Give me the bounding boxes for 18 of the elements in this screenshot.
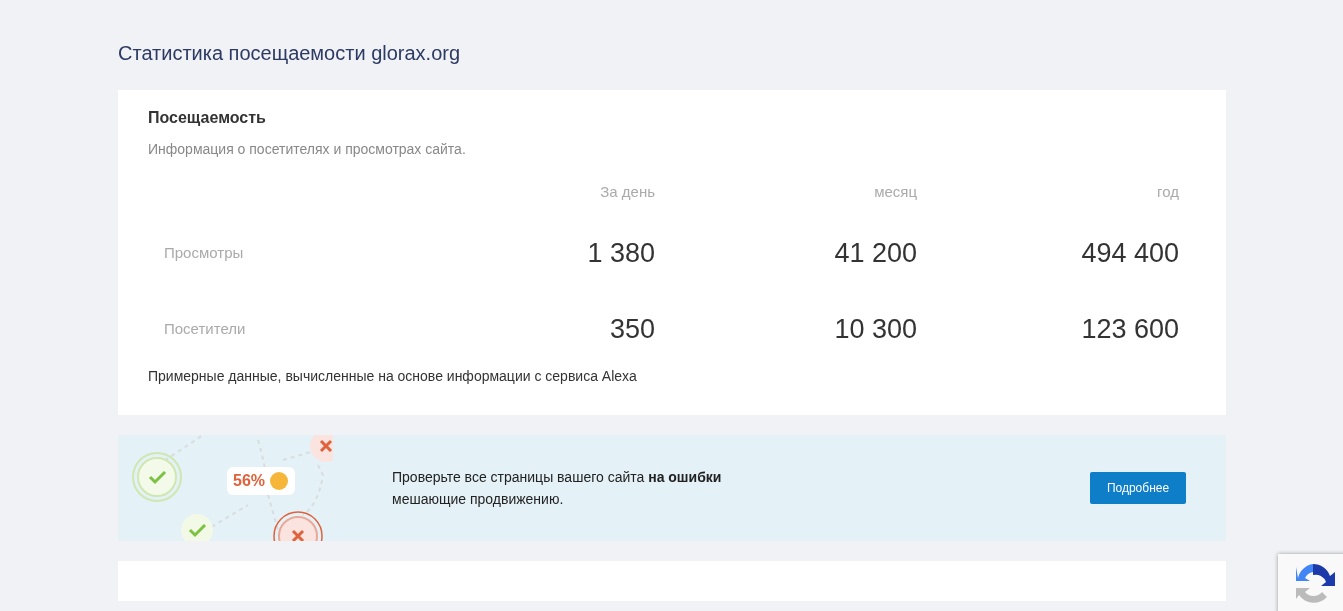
banner-text: Проверьте все страницы вашего сайта на ошибки мешающие продвижению. — [392, 468, 723, 509]
stat-value: 123 600 — [1080, 313, 1179, 346]
column-header: месяц — [873, 182, 917, 202]
row-label: Посетители — [163, 319, 247, 339]
column-header: год — [1156, 182, 1179, 202]
stat-value: 494 400 — [1080, 237, 1179, 270]
details-button[interactable]: Подробнее — [1090, 472, 1186, 504]
column-header: За день — [599, 182, 655, 202]
card-heading: Посещаемость — [148, 108, 267, 128]
page-title: Статистика посещаемости glorax.org — [118, 41, 462, 66]
data-note: Примерные данные, вычисленные на основе информации с сервиса Alexa — [148, 367, 638, 385]
stat-value: 1 380 — [586, 237, 655, 270]
score-badge: 56% — [227, 467, 296, 495]
row-label: Просмотры — [163, 243, 245, 263]
card-description: Информация о посетителях и просмотрах сайта. — [148, 140, 467, 158]
stat-value: 10 300 — [833, 313, 917, 346]
stat-value: 41 200 — [833, 237, 917, 270]
stat-value: 350 — [608, 313, 655, 346]
